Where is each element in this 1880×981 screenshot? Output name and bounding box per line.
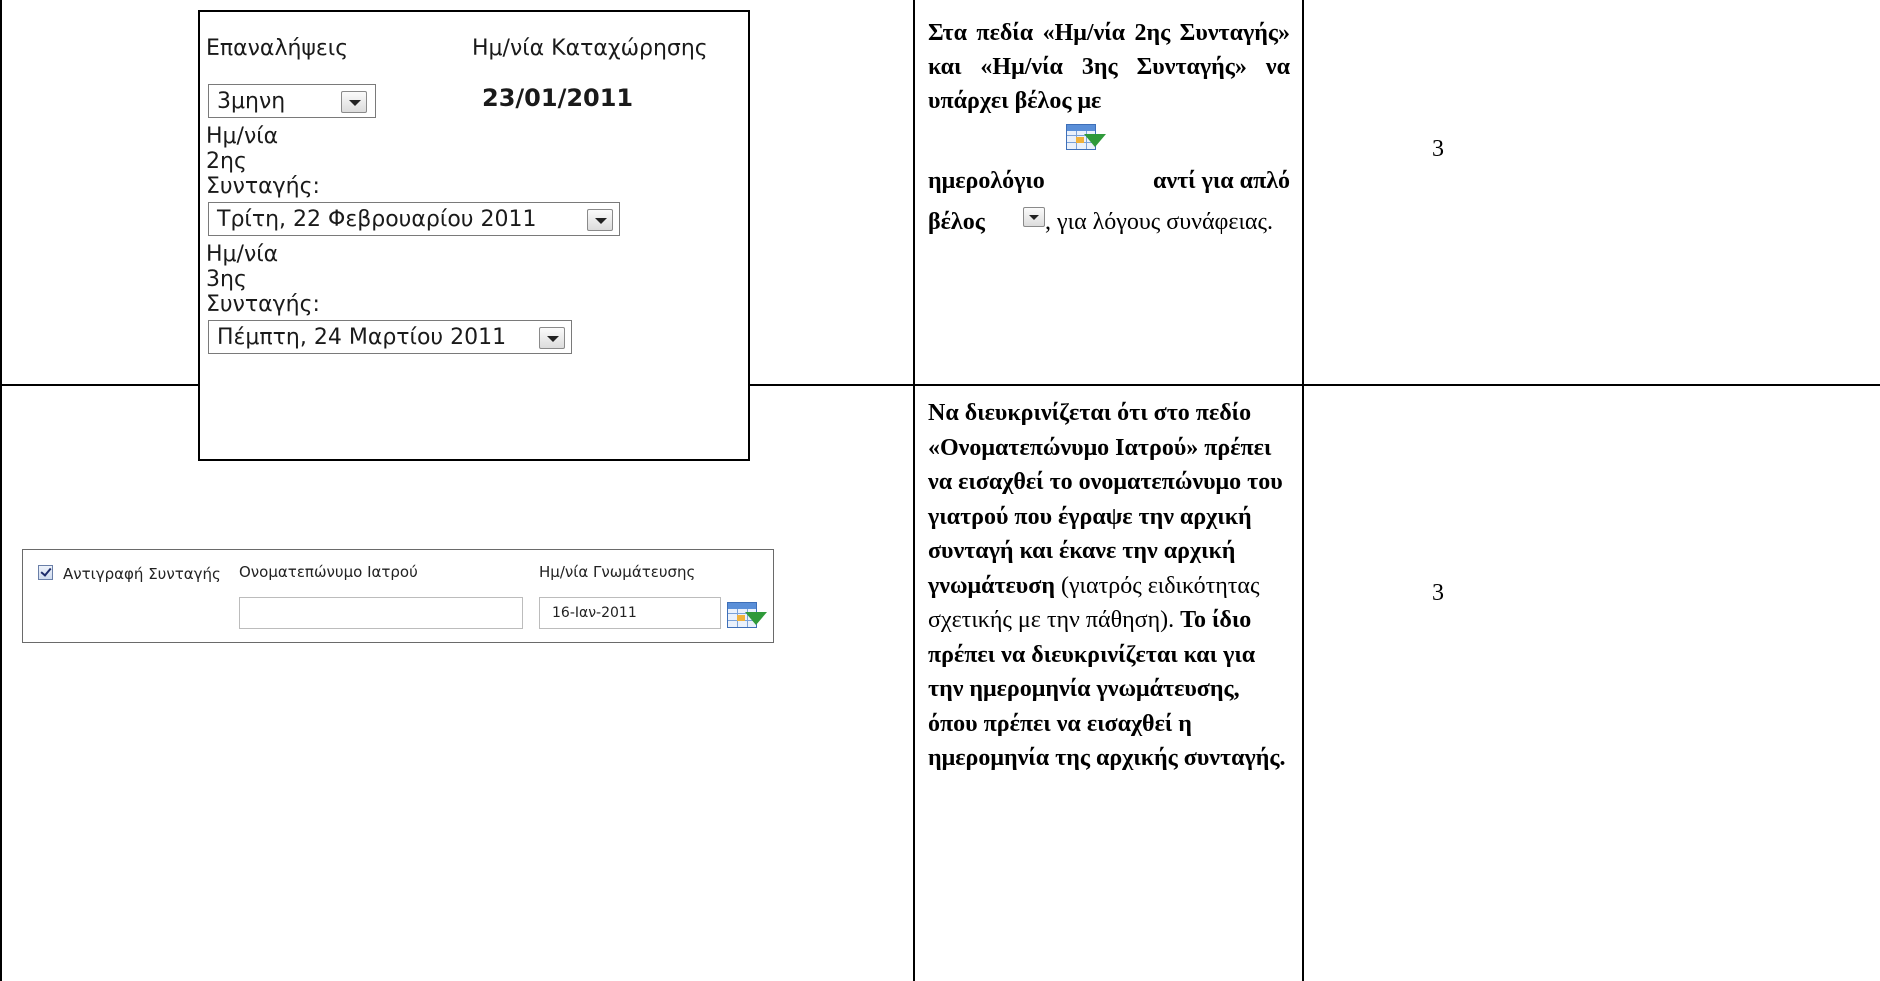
row2-number: 3	[1432, 580, 1444, 606]
copy-prescription-label: Αντιγραφή Συνταγής	[63, 565, 221, 583]
prescription-copy-form: Αντιγραφή Συνταγής Ονοματεπώνυμο Ιατρού …	[22, 549, 774, 643]
doctor-name-label: Ονοματεπώνυμο Ιατρού	[239, 563, 418, 581]
prescription-repeats-panel: Επαναλήψεις Ημ/νία Καταχώρησης 3μηνη 23/…	[198, 10, 750, 461]
calendar-dropdown-icon[interactable]	[727, 598, 767, 634]
row1-number: 3	[1432, 136, 1444, 162]
second-rx-date-value: Τρίτη, 22 Φεβρουαρίου 2011	[217, 207, 537, 232]
row1-word-calendar: ημερολόγιο	[928, 168, 1045, 194]
table-divider-1	[913, 0, 915, 981]
dropdown-arrow-icon[interactable]	[587, 209, 613, 231]
row2-comment: Να διευκρινίζεται ότι στο πεδίο «Ονοματε…	[928, 396, 1288, 776]
doctor-name-input[interactable]	[239, 597, 523, 629]
third-rx-date-value: Πέμπτη, 24 Μαρτίου 2011	[217, 325, 507, 350]
row1-word-instead: αντί για απλό	[1152, 168, 1290, 194]
row1-comment-calendar-line: ημερολόγιο αντί για απλό	[928, 120, 1290, 200]
third-rx-date-select[interactable]: Πέμπτη, 24 Μαρτίου 2011	[208, 320, 572, 354]
second-rx-label-line2: 2ης	[206, 149, 247, 174]
dropdown-arrow-icon	[1023, 207, 1045, 227]
registration-date-label: Ημ/νία Καταχώρησης	[472, 36, 708, 61]
calendar-dropdown-icon	[1066, 120, 1106, 156]
third-rx-label-line3: Συνταγής:	[206, 292, 320, 317]
checkbox-checked-icon[interactable]	[38, 565, 53, 580]
repeats-select-value: 3μηνη	[217, 89, 286, 114]
row1-word-arrow: βέλος	[928, 209, 985, 235]
dropdown-arrow-icon[interactable]	[341, 91, 367, 113]
opinion-date-value: 16-Ιαν-2011	[552, 605, 637, 621]
third-rx-label-line2: 3ης	[206, 267, 247, 292]
table-border-left	[0, 0, 2, 981]
second-rx-label-line1: Ημ/νία	[206, 124, 279, 149]
repeats-select[interactable]: 3μηνη	[208, 84, 376, 118]
row1-comment-intro: Στα πεδία «Ημ/νία 2ης Συνταγής» και «Ημ/…	[928, 20, 1290, 114]
registration-date-value: 23/01/2011	[482, 84, 634, 112]
third-rx-label-line1: Ημ/νία	[206, 242, 279, 267]
dropdown-arrow-icon[interactable]	[539, 327, 565, 349]
table-divider-2	[1302, 0, 1304, 981]
row2-comment-part1: Να διευκρινίζεται ότι στο πεδίο «Ονοματε…	[928, 400, 1283, 599]
row1-comment-tail: , για λόγους συνάφειας.	[1045, 209, 1273, 235]
opinion-date-input[interactable]: 16-Ιαν-2011	[539, 597, 721, 629]
opinion-date-label: Ημ/νία Γνωμάτευσης	[539, 563, 696, 581]
repeats-label: Επαναλήψεις	[206, 36, 349, 61]
second-rx-date-select[interactable]: Τρίτη, 22 Φεβρουαρίου 2011	[208, 202, 620, 236]
second-rx-label-line3: Συνταγής:	[206, 174, 320, 199]
